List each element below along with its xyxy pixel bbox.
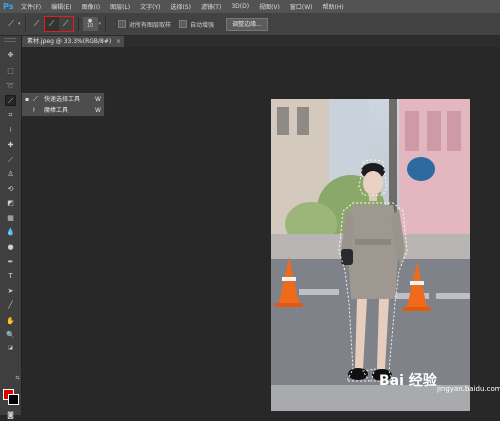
new-selection-button[interactable]: ⟋ — [30, 17, 44, 31]
menu-layer[interactable]: 图层(L) — [110, 2, 130, 11]
photoshop-logo: Ps — [3, 2, 14, 11]
menu-edit[interactable]: 编辑(E) — [51, 2, 71, 11]
line-tool-icon[interactable]: ╱ — [5, 300, 16, 311]
menu-filter[interactable]: 滤镜(T) — [201, 2, 221, 11]
auto-enhance-label: 自动增强 — [190, 21, 215, 29]
marquee-tool-icon[interactable]: ⬚ — [5, 66, 16, 77]
default-colors-icon[interactable]: ◪ — [5, 343, 16, 354]
history-brush-tool-icon[interactable]: ⟲ — [5, 184, 16, 195]
gradient-tool-icon[interactable]: ▦ — [5, 213, 16, 224]
chevron-down-icon: ▾ — [98, 21, 102, 27]
lasso-tool-icon[interactable]: ➰ — [5, 81, 16, 92]
magic-wand-icon: ⟊ — [33, 106, 35, 114]
chevron-down-icon: ▾ — [18, 21, 21, 27]
flyout-item-label: 快速选择工具 — [44, 96, 81, 103]
divider — [105, 17, 107, 31]
crop-tool-icon[interactable]: ⌗ — [5, 110, 16, 121]
auto-enhance-checkbox[interactable] — [179, 20, 188, 28]
document-canvas[interactable] — [271, 99, 470, 411]
eyedropper-tool-icon[interactable]: ⟊ — [5, 125, 16, 136]
menu-file[interactable]: 文件(F) — [21, 2, 41, 11]
add-to-selection-button[interactable]: ⟋ — [44, 17, 59, 31]
active-bullet-icon: ▪ — [25, 96, 30, 103]
quick-selection-icon: ⟋ — [8, 19, 14, 28]
brush-subtract-icon: ⟋ — [62, 19, 69, 28]
flyout-item-label: 魔棒工具 — [44, 107, 69, 114]
toolbox: ✥ ⬚ ➰ ⟋ ⌗ ⟊ ✚ ⟋ ♙ ⟲ ◩ ▦ 💧 ● ✒ T ➤ ╱ ✋ 🔍 … — [0, 36, 23, 419]
zoom-tool-icon[interactable]: 🔍 — [5, 330, 16, 341]
menu-type[interactable]: 文字(Y) — [140, 2, 160, 11]
menu-image[interactable]: 图像(I) — [82, 2, 100, 11]
photo-image — [271, 99, 470, 411]
hand-tool-icon[interactable]: ✋ — [5, 316, 16, 327]
menu-view[interactable]: 视图(V) — [259, 2, 280, 11]
flyout-item-shortcut: W — [95, 107, 101, 114]
brush-picker[interactable]: ● 10 — [82, 17, 98, 31]
divider — [24, 17, 26, 31]
close-icon[interactable]: × — [116, 36, 121, 47]
highlight-box: ⟋ ⟋ — [43, 16, 74, 32]
path-selection-tool-icon[interactable]: ➤ — [5, 286, 16, 297]
dodge-tool-icon[interactable]: ● — [5, 242, 16, 253]
swap-colors-icon[interactable]: ⇆ — [12, 373, 23, 384]
divider — [77, 17, 79, 31]
brush-size-value: 10 — [86, 23, 94, 29]
menu-help[interactable]: 帮助(H) — [323, 2, 344, 11]
document-tab[interactable]: 素材.jpeg @ 33.3%(RGB/8#) × — [22, 36, 124, 47]
subtract-from-selection-button[interactable]: ⟋ — [59, 17, 73, 31]
brush-add-icon: ⟋ — [48, 19, 55, 28]
options-bar: ⟋ ▾ ⟋ ⟋ ⟋ ● 10 ▾ 对所有图层取样 自动增强 调整边缘... — [0, 13, 500, 36]
selection-tool-flyout: ▪ ⟋ 快速选择工具 W ⟊ 魔棒工具 W — [21, 92, 105, 117]
tool-preset-picker[interactable]: ⟋ — [4, 17, 18, 31]
sample-all-layers-label: 对所有图层取样 — [129, 21, 172, 29]
pen-tool-icon[interactable]: ✒ — [5, 257, 16, 268]
menu-select[interactable]: 选择(S) — [170, 2, 191, 11]
sample-all-layers-checkbox[interactable] — [118, 20, 127, 28]
refine-edge-button[interactable]: 调整边缘... — [226, 17, 268, 31]
background-color-swatch[interactable] — [8, 394, 19, 405]
brush-tool-icon[interactable]: ⟋ — [5, 155, 16, 166]
menu-3d[interactable]: 3D(D) — [231, 3, 249, 10]
menu-window[interactable]: 窗口(W) — [290, 2, 313, 11]
type-tool-icon[interactable]: T — [5, 271, 16, 282]
brush-new-icon: ⟋ — [33, 19, 40, 28]
quick-selection-icon: ⟋ — [33, 95, 38, 103]
flyout-item-magic-wand[interactable]: ⟊ 魔棒工具 W — [22, 105, 104, 116]
blur-tool-icon[interactable]: 💧 — [5, 227, 16, 238]
document-tab-title: 素材.jpeg @ 33.3%(RGB/8#) — [27, 38, 112, 45]
baidu-watermark: Bai 经验 — [379, 373, 437, 389]
flyout-item-quick-selection[interactable]: ▪ ⟋ 快速选择工具 W — [22, 94, 104, 105]
toolbox-grip[interactable] — [4, 38, 16, 42]
flyout-item-shortcut: W — [95, 96, 101, 103]
eraser-tool-icon[interactable]: ◩ — [5, 198, 16, 209]
quick-selection-tool-icon[interactable]: ⟋ — [5, 95, 16, 106]
clone-stamp-tool-icon[interactable]: ♙ — [5, 169, 16, 180]
baidu-watermark-url: jingyan.baidu.com — [437, 385, 500, 393]
document-tab-bar: 素材.jpeg @ 33.3%(RGB/8#) × — [22, 36, 500, 47]
quick-mask-icon[interactable]: ◙ — [5, 410, 16, 421]
move-tool-icon[interactable]: ✥ — [5, 50, 16, 61]
menu-bar: Ps 文件(F) 编辑(E) 图像(I) 图层(L) 文字(Y) 选择(S) 滤… — [0, 0, 500, 13]
healing-brush-tool-icon[interactable]: ✚ — [5, 140, 16, 151]
